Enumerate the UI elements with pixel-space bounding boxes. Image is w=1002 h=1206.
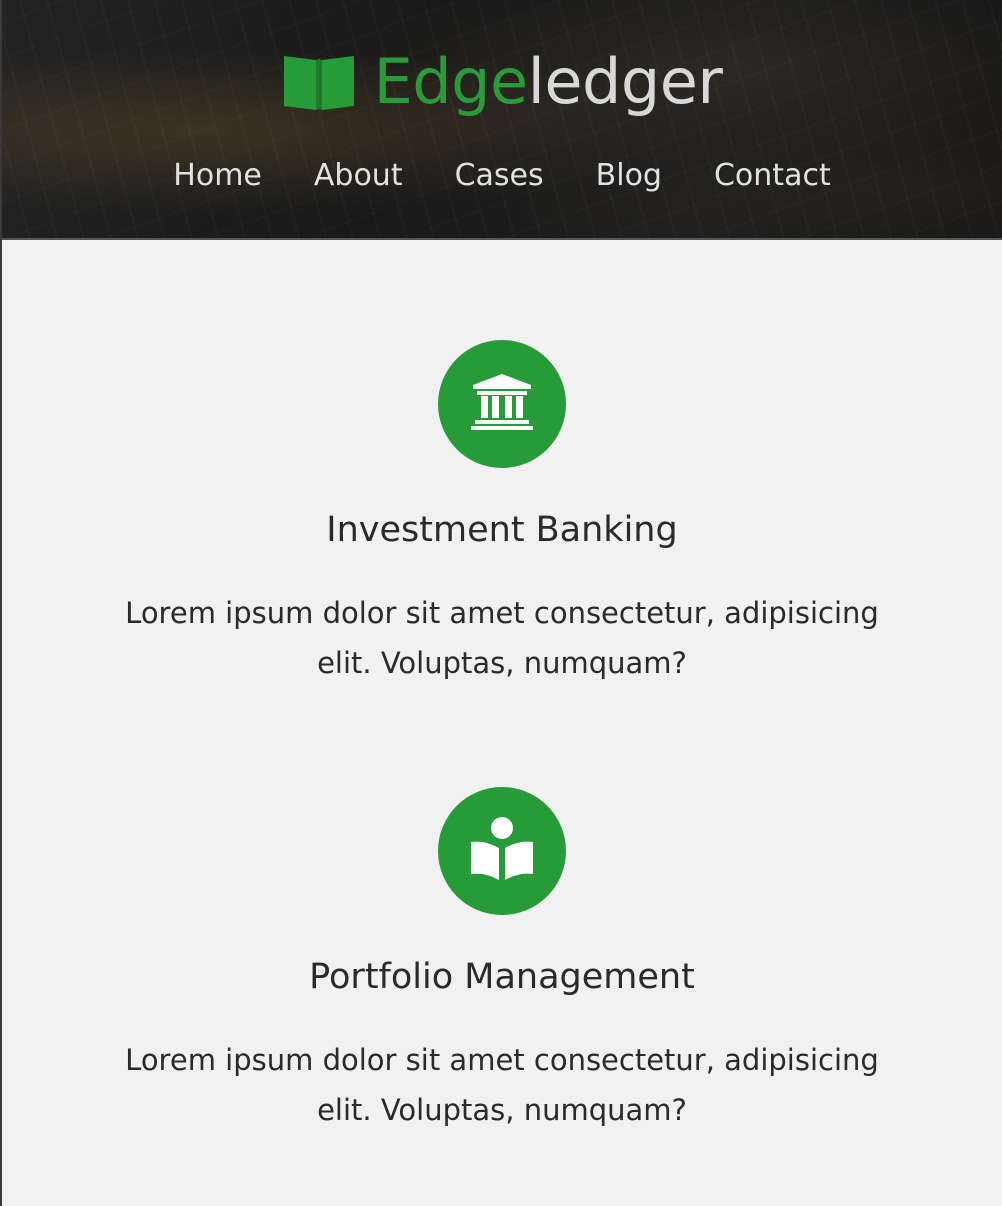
bank-building-icon — [471, 374, 533, 434]
brand-name: Edgeledger — [374, 46, 723, 118]
service-icon-circle — [438, 787, 566, 915]
nav-home[interactable]: Home — [173, 156, 262, 196]
nav-cases[interactable]: Cases — [455, 156, 544, 196]
service-description: Lorem ipsum dolor sit amet consectetur, … — [125, 1043, 879, 1127]
service-title: Portfolio Management — [309, 957, 695, 997]
brand-logo-link[interactable]: Edgeledger — [2, 46, 1002, 118]
service-icon-circle — [438, 340, 566, 468]
main-nav: Home About Cases Blog Contact — [2, 156, 1002, 196]
brand-name-accent: Edge — [373, 45, 529, 118]
service-card-portfolio-management: Portfolio Management Lorem ipsum dolor s… — [2, 787, 1002, 1135]
service-title: Investment Banking — [326, 510, 678, 550]
nav-about[interactable]: About — [314, 156, 403, 196]
service-description: Lorem ipsum dolor sit amet consectetur, … — [125, 596, 879, 680]
service-card-investment-banking: Investment Banking Lorem ipsum dolor sit… — [2, 340, 1002, 688]
site-header: Edgeledger Home About Cases Blog Contact — [2, 0, 1002, 240]
open-book-icon — [282, 52, 356, 112]
header-background-texture — [2, 0, 1002, 238]
nav-blog[interactable]: Blog — [596, 156, 662, 196]
brand-name-rest: ledger — [527, 45, 723, 118]
reader-book-icon — [469, 816, 535, 886]
nav-contact[interactable]: Contact — [714, 156, 831, 196]
